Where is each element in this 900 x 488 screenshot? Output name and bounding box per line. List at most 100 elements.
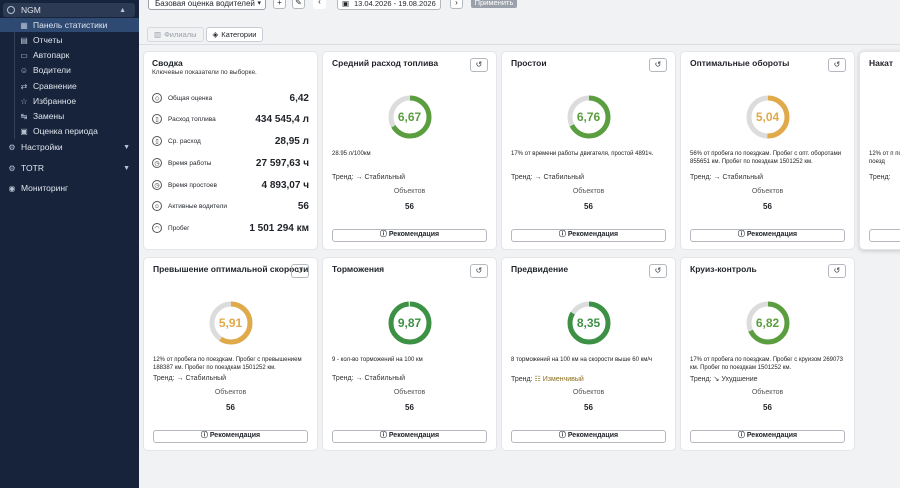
star-icon: ☆ bbox=[20, 96, 28, 106]
recommendation-button[interactable] bbox=[869, 229, 900, 242]
score-ring: 6,82 bbox=[745, 300, 791, 346]
sidebar-item-label: Замены bbox=[33, 111, 65, 121]
totr-icon: ⚙ bbox=[8, 163, 16, 173]
tab-branches[interactable]: ▥ Филиалы bbox=[147, 27, 204, 42]
summary-row: ☺ Активные водители 56 bbox=[152, 199, 309, 213]
summary-subtitle: Ключевые показатели по выборке. bbox=[152, 69, 257, 76]
recommendation-button[interactable]: ⓘ Рекомендация bbox=[690, 430, 845, 443]
metric-card-anticipation: Предвидение ↺ 8,35 8 торможений на 100 к… bbox=[501, 257, 676, 451]
history-icon: ↺ bbox=[654, 266, 662, 275]
sidebar-item-favorites[interactable]: ☆ Избранное bbox=[0, 94, 139, 108]
card-trend: Тренд: ↘ Ухудшение bbox=[690, 375, 758, 383]
sidebar-item-label: TOTR bbox=[21, 163, 44, 173]
chevron-right-icon: › bbox=[455, 0, 458, 7]
users-icon: ☺ bbox=[152, 201, 162, 211]
recommendation-button[interactable]: ⓘ Рекомендация bbox=[511, 430, 666, 443]
sidebar-item-compare[interactable]: ⇄ Сравнение bbox=[0, 79, 139, 93]
date-range-picker[interactable]: ▣ 13.04.2026 - 19.08.2026 bbox=[337, 0, 441, 10]
summary-row: ▯ Расход топлива 434 545,4 л bbox=[152, 112, 309, 126]
recommendation-button[interactable]: ⓘ Рекомендация bbox=[511, 229, 666, 242]
history-button[interactable]: ↺ bbox=[649, 58, 667, 72]
apply-button[interactable]: Применить bbox=[471, 0, 517, 8]
history-button[interactable]: ↺ bbox=[649, 264, 667, 278]
card-title: Круиз-контроль bbox=[690, 264, 757, 274]
trend-icon: → bbox=[355, 174, 363, 181]
trend-prefix: Тренд: bbox=[690, 174, 712, 181]
card-title: Простои bbox=[511, 58, 547, 68]
edit-button[interactable]: ✎ bbox=[292, 0, 305, 9]
sidebar-item-reports[interactable]: ▤ Отчеты bbox=[0, 33, 139, 47]
recommendation-label: Рекомендация bbox=[567, 432, 619, 439]
metric-card-overspeed: Превышение оптимальной скорости ↺ 5,91 1… bbox=[143, 257, 318, 451]
sidebar-item-label: Настройки bbox=[21, 142, 63, 152]
swap-icon: ↹ bbox=[20, 111, 28, 121]
card-title: Превышение оптимальной скорости bbox=[153, 264, 309, 274]
fuel-avg-icon: ▯ bbox=[152, 136, 162, 146]
sidebar-item-label: Автопарк bbox=[33, 50, 70, 60]
objects-label: Объектов bbox=[214, 389, 247, 396]
sidebar-item-replacements[interactable]: ↹ Замены bbox=[0, 109, 139, 123]
truck-icon: ▭ bbox=[20, 50, 28, 60]
rating-select[interactable]: Базовая оценка водителей ▾ bbox=[148, 0, 266, 10]
timer-icon: ◷ bbox=[152, 158, 162, 168]
chevron-down-icon: ▼ bbox=[123, 143, 130, 151]
recommendation-button[interactable]: ⓘ Рекомендация bbox=[690, 229, 845, 242]
gear-icon: ⚙ bbox=[8, 142, 16, 152]
objects-label: Объектов bbox=[393, 188, 426, 195]
next-period-button[interactable]: › bbox=[450, 0, 463, 9]
tab-categories[interactable]: ◈ Категории bbox=[205, 27, 264, 42]
metric-card-cruise-control: Круиз-контроль ↺ 6,82 17% от пробега по … bbox=[680, 257, 855, 451]
card-description: 9 - кол-во торможений на 100 км bbox=[332, 357, 423, 363]
recommendation-label: Рекомендация bbox=[209, 432, 261, 439]
objects-count: 56 bbox=[584, 202, 593, 211]
help-icon: ⓘ bbox=[200, 432, 208, 439]
card-trend: Тренд: → Стабильный bbox=[690, 174, 763, 181]
history-button[interactable]: ↺ bbox=[828, 264, 846, 278]
sidebar-item-period-rating[interactable]: ▣ Оценка периода bbox=[0, 124, 139, 138]
history-button[interactable]: ↺ bbox=[470, 58, 488, 72]
card-title: Оптимальные обороты bbox=[690, 58, 790, 68]
tab-label: Филиалы bbox=[164, 30, 197, 39]
date-range-value: 13.04.2026 - 19.08.2026 bbox=[354, 0, 436, 8]
score-icon: ◇ bbox=[152, 93, 162, 103]
monitoring-icon: ◉ bbox=[8, 183, 16, 193]
score-value: 6,67 bbox=[397, 110, 422, 124]
add-button[interactable]: + bbox=[273, 0, 286, 9]
trend-prefix: Тренд: bbox=[332, 174, 354, 181]
recommendation-button[interactable]: ⓘ Рекомендация bbox=[332, 430, 487, 443]
summary-row-value: 1 501 294 км bbox=[249, 222, 309, 234]
recommendation-button[interactable]: ⓘ Рекомендация bbox=[332, 229, 487, 242]
prev-period-button[interactable]: ‹ bbox=[313, 0, 326, 9]
objects-count: 56 bbox=[763, 202, 772, 211]
sidebar-group-ngm[interactable]: NGM ▲ bbox=[3, 3, 135, 17]
card-description: 17% от пробега по поездкам. Пробег с кру… bbox=[690, 357, 843, 371]
history-button[interactable]: ↺ bbox=[828, 58, 846, 72]
trend-icon: → bbox=[713, 174, 721, 181]
summary-row-value: 6,42 bbox=[289, 92, 309, 104]
score-value: 5,04 bbox=[755, 110, 780, 124]
building-icon: ▥ bbox=[154, 30, 162, 39]
trend-value: Стабильный bbox=[364, 174, 406, 181]
pencil-icon: ✎ bbox=[295, 0, 302, 7]
history-button[interactable]: ↺ bbox=[470, 264, 488, 278]
calendar-icon: ▣ bbox=[342, 0, 350, 8]
summary-row: ◷ Время работы 27 597,63 ч bbox=[152, 156, 309, 170]
driver-icon: ☺ bbox=[19, 65, 29, 75]
sidebar-item-monitoring[interactable]: ◉ Мониторинг bbox=[0, 181, 139, 195]
ngm-icon bbox=[7, 6, 15, 14]
history-button[interactable]: ↺ bbox=[291, 264, 309, 278]
score-value: 6,76 bbox=[576, 110, 601, 124]
sidebar-item-drivers[interactable]: ☺ Водители bbox=[0, 63, 139, 77]
sidebar-item-totr[interactable]: ⚙ TOTR ▼ bbox=[0, 161, 139, 175]
sidebar-item-dashboard[interactable]: ▦ Панель статистики bbox=[0, 18, 139, 32]
dashboard-icon: ▦ bbox=[20, 20, 28, 30]
summary-row: ▯ Ср. расход 28,95 л bbox=[152, 134, 309, 148]
summary-row-label: Ср. расход bbox=[168, 137, 201, 145]
sidebar-item-fleet[interactable]: ▭ Автопарк bbox=[0, 48, 139, 62]
sidebar-item-settings[interactable]: ⚙ Настройки ▼ bbox=[0, 140, 139, 154]
sidebar-item-label: Мониторинг bbox=[21, 183, 69, 193]
recommendation-button[interactable]: ⓘ Рекомендация bbox=[153, 430, 308, 443]
summary-row-label: Время простоев bbox=[168, 181, 217, 189]
fuel-icon: ▯ bbox=[152, 114, 162, 124]
summary-row-value: 27 597,63 ч bbox=[255, 157, 309, 169]
